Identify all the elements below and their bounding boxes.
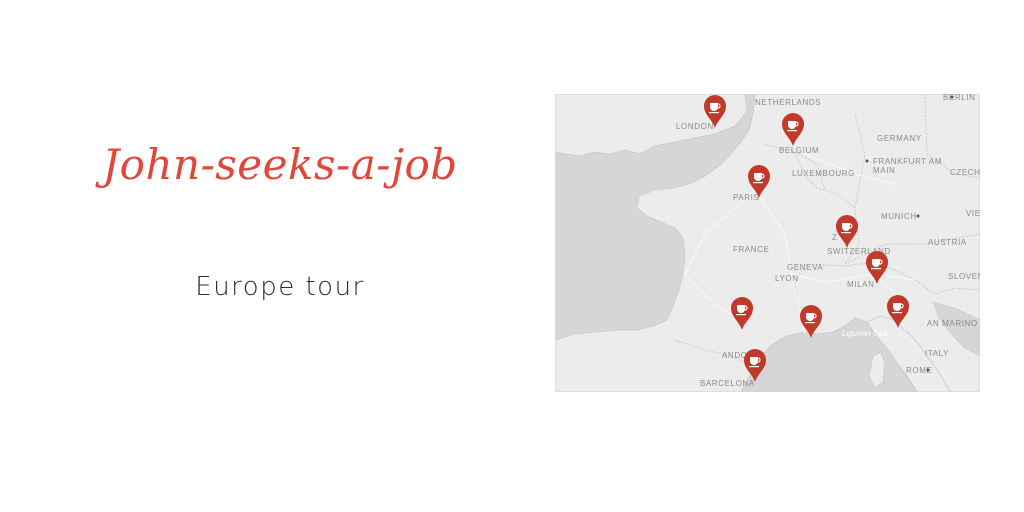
label-barcelona: BARCELONA	[700, 379, 755, 388]
label-luxembourg: LUXEMBOURG	[792, 169, 855, 178]
city-dot-berlin	[950, 95, 954, 99]
label-netherlands: NETHERLANDS	[755, 98, 821, 107]
label-london: LONDON	[676, 122, 714, 131]
label-italy: ITALY	[925, 349, 949, 358]
label-frankfurt-line2: MAIN	[873, 166, 895, 175]
label-austria: AUSTRIA	[928, 238, 967, 247]
label-munich: MUNICH	[881, 212, 917, 221]
label-geneva: GENEVA	[787, 263, 823, 272]
label-ligurian-sea: Ligurian Sea	[842, 329, 887, 338]
city-dot-frankfurt	[865, 159, 869, 163]
label-belgium: BELGIUM	[779, 146, 819, 155]
map-canvas: NETHERLANDS BERLIN LONDON BELGIUM GERMAN…	[555, 94, 980, 392]
label-san-marino: AN MARINO	[927, 319, 978, 328]
label-germany: GERMANY	[877, 134, 922, 143]
label-frankfurt-line1: FRANKFURT AM	[873, 157, 942, 166]
page-subtitle: Europe tour	[195, 272, 365, 302]
label-berlin: BERLIN	[943, 94, 976, 102]
label-milan: MILAN	[847, 280, 874, 289]
label-france: FRANCE	[733, 245, 770, 254]
label-czech: CZECH	[950, 168, 980, 177]
label-vie: VIE	[966, 209, 980, 218]
label-lyon: LYON	[775, 274, 799, 283]
city-dot-rome	[926, 368, 930, 372]
label-paris: PARIS	[733, 193, 759, 202]
city-dot-munich	[916, 214, 920, 218]
page-title: John-seeks-a-job	[102, 140, 458, 189]
label-sloven: SLOVEN	[948, 272, 980, 281]
europe-map[interactable]: NETHERLANDS BERLIN LONDON BELGIUM GERMAN…	[555, 94, 980, 392]
page: John-seeks-a-job Europe tour NETHERLANDS…	[0, 0, 1024, 512]
label-zurich: Z	[832, 233, 838, 242]
